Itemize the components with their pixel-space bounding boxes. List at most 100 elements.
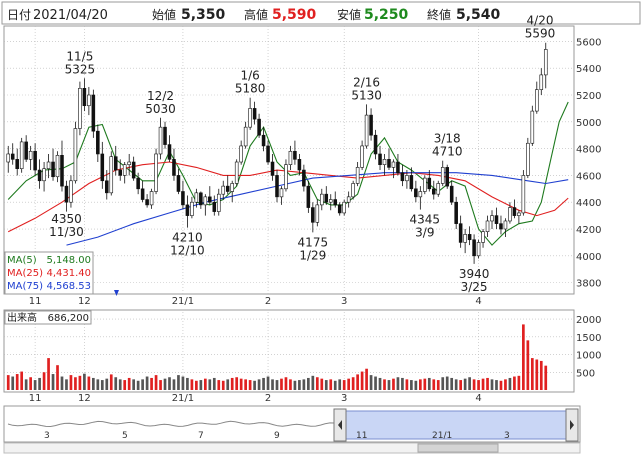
price-x-axis-labels: 11 12 21/1 2 3 4 (29, 296, 482, 307)
volume-bar (235, 377, 239, 390)
close-label: 終値 (427, 7, 451, 22)
volume-bar (257, 379, 261, 390)
candle-body (122, 164, 127, 176)
annotation-date: 3/9 (415, 226, 434, 240)
candle-body (270, 161, 275, 176)
volume-bar (347, 378, 351, 390)
volume-bar (508, 377, 512, 390)
volume-bar (369, 375, 373, 390)
candle-body (145, 199, 149, 206)
volume-bar (539, 360, 543, 390)
volume-bar (535, 359, 539, 390)
volume-bar (307, 377, 310, 390)
volume-bar (320, 378, 324, 390)
volume-bar (83, 373, 86, 390)
candle (521, 170, 526, 216)
candle-body (105, 180, 109, 194)
candle-body (342, 201, 346, 214)
annotation-date: 4/20 (527, 14, 554, 28)
ma5-label: MA(5) (7, 255, 37, 266)
volume-bar (141, 379, 144, 390)
price-y-tick-label: 4800 (576, 145, 601, 156)
price-x-tick-label: 21/1 (172, 296, 194, 307)
volume-bar (360, 371, 364, 390)
annotation-value: 4350 (51, 212, 82, 226)
volume-bar (266, 376, 270, 390)
candle (73, 121, 78, 184)
candle-body (37, 169, 42, 182)
volume-bar (490, 379, 494, 390)
volume-bar (486, 377, 489, 390)
candle-body (199, 192, 203, 206)
volume-value: 686,200 (48, 313, 89, 324)
price-x-tick-label: 12 (78, 296, 91, 307)
volume-bar (195, 380, 198, 390)
candle-body (230, 183, 234, 192)
volume-bar (378, 377, 382, 390)
candle-body (113, 156, 118, 171)
candle-body (24, 141, 28, 160)
volume-bar (92, 377, 95, 390)
candle-body (216, 193, 221, 212)
candle-body (163, 126, 167, 145)
price-y-tick-label: 4000 (576, 252, 601, 263)
volume-bar (74, 377, 77, 390)
stock-chart-widget: 日付 2021/04/20 始値 5,350 高値 5,590 安値 5,250… (0, 0, 643, 456)
volume-bar (100, 380, 104, 390)
volume-bar (530, 358, 534, 390)
candle (476, 239, 481, 259)
candle-body (458, 223, 463, 243)
nav-tick-label: 3 (504, 431, 510, 441)
annotation-date: 11/30 (49, 225, 84, 239)
volume-bar (329, 379, 333, 390)
volume-bar (230, 377, 234, 390)
candle-body (82, 88, 87, 107)
volume-bar (275, 380, 279, 390)
candle-body (33, 150, 37, 171)
volume-bar (289, 379, 292, 390)
volume-bar (280, 378, 283, 390)
candle-body (320, 193, 324, 206)
volume-label: 出来高 (7, 311, 37, 324)
navigator-selected-range[interactable] (345, 410, 567, 440)
volume-bar (33, 380, 37, 390)
candle-body (10, 153, 15, 160)
navigator-scrollbar-thumb[interactable] (417, 443, 499, 453)
annotation-date: 12/10 (170, 244, 205, 258)
annotation-value: 4175 (298, 235, 329, 249)
volume-bar (445, 376, 449, 390)
high-label: 高値 (244, 7, 268, 22)
candle-body (118, 169, 123, 176)
volume-bar (271, 379, 274, 390)
range-navigator[interactable]: 3 5 7 9 11 21/1 3 (3, 405, 581, 454)
close-value: 5,540 (456, 7, 501, 23)
candle (351, 180, 355, 200)
price-x-tick-label: 4 (475, 296, 481, 307)
candle (109, 151, 114, 196)
candle-body (203, 196, 208, 206)
volume-bar (463, 378, 467, 390)
volume-y-axis-labels: 500 1000 1500 2000 (576, 315, 601, 379)
candle-body (87, 94, 91, 107)
candle-body (60, 155, 64, 187)
volume-bar (199, 380, 203, 390)
volume-bar (186, 377, 189, 390)
candle-body (127, 161, 131, 165)
candle-body (279, 188, 284, 198)
annotation-value: 5130 (351, 88, 382, 102)
candle-body (328, 199, 333, 203)
candle-body (333, 199, 338, 206)
price-y-tick-label: 4200 (576, 225, 601, 236)
volume-bar (159, 380, 162, 390)
low-label: 安値 (337, 7, 361, 22)
annotation-value: 5325 (65, 62, 96, 76)
candle-body (181, 191, 185, 206)
volume-x-tick-label: 4 (475, 393, 481, 404)
volume-bar (522, 324, 525, 390)
nav-tick-label: 3 (44, 431, 50, 441)
volume-x-tick-label: 21/1 (172, 393, 194, 404)
nav-tick-label: 5 (122, 431, 128, 441)
volume-bar (105, 378, 109, 390)
candle-body (324, 193, 329, 203)
candle-body (261, 134, 266, 147)
